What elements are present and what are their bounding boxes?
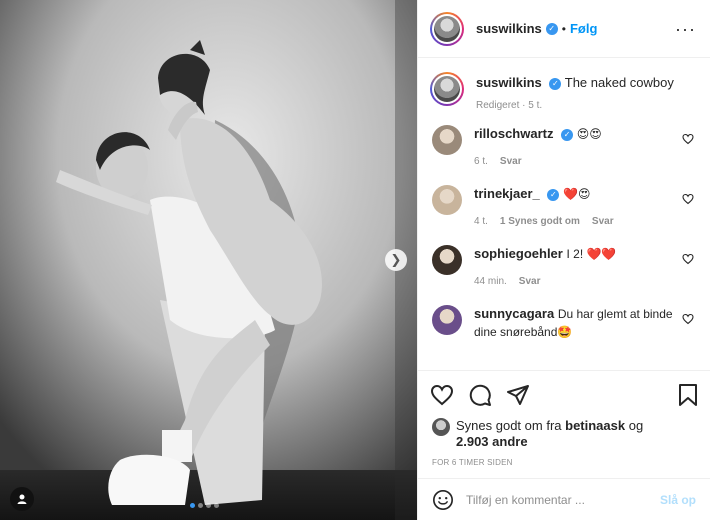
comment-time[interactable]: 6 t. bbox=[474, 153, 488, 171]
verified-icon: ✓ bbox=[549, 77, 562, 90]
emoji-icon[interactable] bbox=[432, 489, 454, 511]
comment-items: rilloschwartz ✓ 😍😍 6 t. Svar trinekjaer_… bbox=[430, 125, 696, 351]
comment-item: trinekjaer_ ✓ ❤️😍 4 t. 1 Synes godt om S… bbox=[430, 185, 696, 231]
post-sidebar: suswilkins ✓ • Følg ··· suswilkins ✓ The… bbox=[417, 0, 710, 520]
commenter-username[interactable]: sophiegoehler bbox=[474, 246, 563, 261]
save-icon[interactable] bbox=[676, 383, 700, 407]
carousel-dot bbox=[206, 503, 211, 508]
comment-input[interactable] bbox=[466, 492, 660, 507]
likes-joiner: og bbox=[628, 418, 644, 433]
commenter-avatar[interactable] bbox=[432, 245, 462, 275]
comment-text: sophiegoehler I 2! ❤️❤️ bbox=[474, 245, 674, 263]
more-icon[interactable]: ··· bbox=[675, 20, 696, 38]
user-tags-button[interactable] bbox=[10, 487, 34, 511]
comment-text: rilloschwartz ✓ 😍😍 bbox=[474, 125, 674, 143]
post-media: ❯ bbox=[0, 0, 417, 520]
reply-button[interactable]: Svar bbox=[592, 213, 614, 231]
carousel-dot bbox=[190, 503, 195, 508]
action-bar bbox=[418, 370, 710, 418]
comments-list: suswilkins ✓ The naked cowboy Redigeret … bbox=[418, 58, 710, 370]
caption-avatar[interactable] bbox=[430, 72, 464, 106]
post-photo bbox=[0, 0, 417, 520]
comment-time[interactable]: 44 min. bbox=[474, 273, 507, 291]
commenter-avatar[interactable] bbox=[432, 185, 462, 215]
heart-icon[interactable] bbox=[430, 383, 454, 407]
verified-icon: ✓ bbox=[547, 188, 560, 201]
author-avatar[interactable] bbox=[430, 11, 464, 46]
likes-summary: Synes godt om fra betinaask og 2.903 and… bbox=[418, 418, 710, 450]
commenter-username[interactable]: trinekjaer_ bbox=[474, 186, 540, 201]
likes-prefix: Synes godt om fra bbox=[456, 418, 562, 433]
comment-composer: Slå op bbox=[418, 478, 710, 520]
follow-button[interactable]: Følg bbox=[570, 21, 597, 36]
post-header: suswilkins ✓ • Følg ··· bbox=[418, 0, 710, 58]
author-username[interactable]: suswilkins bbox=[476, 21, 542, 36]
carousel-dot bbox=[198, 503, 203, 508]
likes-count[interactable]: 2.903 andre bbox=[456, 434, 528, 449]
caption: suswilkins ✓ The naked cowboy Redigeret … bbox=[430, 72, 696, 111]
header-dot: • bbox=[561, 21, 566, 36]
comment-body: I 2! ❤️❤️ bbox=[566, 247, 617, 261]
comment-meta: 44 min. Svar bbox=[474, 273, 674, 291]
verified-icon: ✓ bbox=[561, 128, 574, 141]
chevron-right-icon: ❯ bbox=[390, 252, 402, 267]
next-slide-button[interactable]: ❯ bbox=[385, 249, 407, 271]
commenter-username[interactable]: sunnycagara bbox=[474, 306, 554, 321]
commenter-avatar[interactable] bbox=[432, 125, 462, 155]
liker-avatar[interactable] bbox=[432, 418, 450, 436]
comment-likes[interactable]: 1 Synes godt om bbox=[500, 213, 580, 231]
reply-button[interactable]: Svar bbox=[500, 153, 522, 171]
caption-meta: Redigeret · 5 t. bbox=[476, 100, 543, 111]
comment-time[interactable]: 4 t. bbox=[474, 213, 488, 231]
caption-username[interactable]: suswilkins bbox=[476, 75, 542, 90]
reply-button[interactable]: Svar bbox=[519, 273, 541, 291]
comment-like-icon[interactable] bbox=[682, 313, 694, 325]
commenter-avatar[interactable] bbox=[432, 305, 462, 335]
comment-like-icon[interactable] bbox=[682, 253, 694, 265]
share-icon[interactable] bbox=[506, 383, 530, 407]
carousel-dot bbox=[214, 503, 219, 508]
comment-like-icon[interactable] bbox=[682, 193, 694, 205]
comment-text: sunnycagara Du har glemt at binde dine s… bbox=[474, 305, 674, 341]
user-tag-icon bbox=[17, 494, 27, 504]
likes-user[interactable]: betinaask bbox=[565, 418, 625, 433]
commenter-username[interactable]: rilloschwartz bbox=[474, 126, 553, 141]
carousel-indicator bbox=[190, 503, 219, 508]
verified-icon: ✓ bbox=[545, 22, 558, 35]
caption-body: The naked cowboy bbox=[564, 75, 674, 90]
comment-meta: 6 t. Svar bbox=[474, 153, 674, 171]
caption-text: suswilkins ✓ The naked cowboy bbox=[476, 72, 674, 92]
comment-item: sunnycagara Du har glemt at binde dine s… bbox=[430, 305, 696, 351]
comment-item: sophiegoehler I 2! ❤️❤️ 44 min. Svar bbox=[430, 245, 696, 291]
comment-text: trinekjaer_ ✓ ❤️😍 bbox=[474, 185, 674, 203]
comment-body: ❤️😍 bbox=[563, 187, 591, 201]
comment-meta: 4 t. 1 Synes godt om Svar bbox=[474, 213, 674, 231]
post-modal: ❯ suswilkins ✓ • Følg ··· suswilkins ✓ T… bbox=[0, 0, 710, 520]
post-comment-button[interactable]: Slå op bbox=[660, 493, 696, 507]
comment-item: rilloschwartz ✓ 😍😍 6 t. Svar bbox=[430, 125, 696, 171]
comment-body: 😍😍 bbox=[576, 127, 602, 141]
comment-icon[interactable] bbox=[468, 383, 492, 407]
comment-like-icon[interactable] bbox=[682, 133, 694, 145]
post-timestamp: FOR 6 TIMER SIDEN bbox=[432, 458, 513, 467]
